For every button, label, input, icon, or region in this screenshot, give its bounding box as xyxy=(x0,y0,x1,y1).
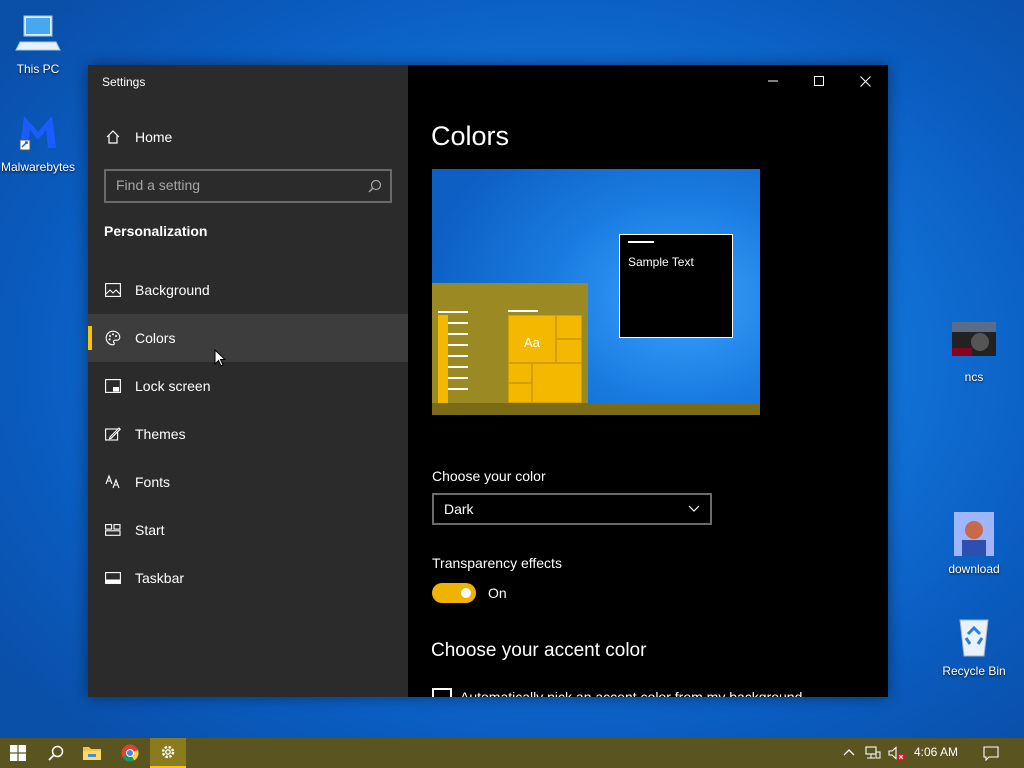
taskbar-icon xyxy=(105,570,121,586)
recycle-bin-icon xyxy=(959,619,989,657)
show-hidden-icons-icon[interactable] xyxy=(843,748,855,756)
minimize-button[interactable] xyxy=(750,65,796,97)
chrome-icon xyxy=(121,744,139,762)
desktop-icon-label: This PC xyxy=(16,62,60,76)
desktop-icon-label: Recycle Bin xyxy=(942,664,1006,678)
palette-icon xyxy=(105,330,121,346)
image-thumbnail-icon xyxy=(954,512,994,556)
auto-accent-label: Automatically pick an accent color from … xyxy=(460,689,803,697)
choose-color-label: Choose your color xyxy=(432,468,546,484)
settings-icon xyxy=(161,745,175,759)
fonts-icon xyxy=(105,474,121,490)
transparency-state: On xyxy=(488,585,507,601)
page-title: Colors xyxy=(431,121,510,151)
settings-content: Colors Aa Sample Text Choose your color … xyxy=(408,65,888,697)
image-thumbnail-icon xyxy=(952,322,996,356)
preview-sample-window: Sample Text xyxy=(619,234,733,338)
search-button[interactable] xyxy=(38,738,74,768)
desktop-icon-ncs[interactable]: ncs xyxy=(936,318,1012,384)
preview-tile-text: Aa xyxy=(524,335,540,350)
nav-home-label: Home xyxy=(135,129,173,145)
maximize-button[interactable] xyxy=(796,65,842,97)
sidebar-item-themes[interactable]: Themes xyxy=(88,410,408,458)
sidebar-item-taskbar[interactable]: Taskbar xyxy=(88,554,408,602)
accent-heading: Choose your accent color xyxy=(431,640,647,661)
themes-icon xyxy=(105,426,121,442)
settings-sidebar: Settings Home Find a setting Personaliza… xyxy=(88,65,408,697)
sidebar-item-start[interactable]: Start xyxy=(88,506,408,554)
desktop-icon-this-pc[interactable]: This PC xyxy=(0,10,76,76)
desktop-icon-recycle-bin[interactable]: Recycle Bin xyxy=(936,612,1012,678)
image-icon xyxy=(105,282,121,298)
color-preview: Aa Sample Text xyxy=(432,169,760,415)
desktop-icon-label: Malwarebytes xyxy=(0,160,76,174)
sidebar-item-label: Colors xyxy=(135,330,176,346)
search-placeholder: Find a setting xyxy=(116,177,201,193)
desktop-icon-label: ncs xyxy=(964,370,984,384)
minimize-icon xyxy=(768,80,778,82)
sidebar-item-label: Background xyxy=(135,282,210,298)
sidebar-item-lock-screen[interactable]: Lock screen xyxy=(88,362,408,410)
settings-window: Settings Home Find a setting Personaliza… xyxy=(88,65,888,697)
sidebar-item-fonts[interactable]: Fonts xyxy=(88,458,408,506)
transparency-toggle[interactable] xyxy=(432,583,476,603)
sidebar-item-label: Themes xyxy=(135,426,186,442)
sidebar-item-label: Fonts xyxy=(135,474,171,490)
desktop-icon-download[interactable]: download xyxy=(936,510,1012,576)
sidebar-item-label: Taskbar xyxy=(135,570,185,586)
windows-logo-icon xyxy=(10,745,26,761)
lock-screen-icon xyxy=(105,378,121,394)
search-icon xyxy=(48,745,64,761)
sidebar-item-colors[interactable]: Colors xyxy=(88,314,408,367)
taskbar-clock[interactable]: 4:06 AM xyxy=(914,745,958,759)
search-icon[interactable] xyxy=(368,179,382,193)
close-icon xyxy=(859,75,871,87)
choose-color-dropdown[interactable]: Dark xyxy=(432,493,712,525)
computer-icon xyxy=(15,15,61,51)
window-title: Settings xyxy=(102,75,146,89)
sidebar-item-background[interactable]: Background xyxy=(88,266,408,314)
preview-tiles: Aa xyxy=(508,315,582,403)
close-button[interactable] xyxy=(842,65,888,97)
preview-sample-text: Sample Text xyxy=(628,255,694,269)
taskbar: 4:06 AM xyxy=(0,738,1024,768)
preview-small-tiles xyxy=(438,315,448,403)
transparency-label: Transparency effects xyxy=(432,555,562,571)
sidebar-item-label: Start xyxy=(135,522,165,538)
preview-tile-header xyxy=(508,310,538,312)
action-center-icon[interactable] xyxy=(983,746,999,761)
chevron-down-icon xyxy=(688,505,700,512)
malwarebytes-icon xyxy=(19,116,56,151)
nav-home[interactable]: Home xyxy=(88,113,408,161)
file-explorer-icon xyxy=(83,747,101,760)
home-icon xyxy=(105,129,121,145)
choose-color-value: Dark xyxy=(444,501,474,517)
desktop-icon-malwarebytes[interactable]: Malwarebytes xyxy=(0,108,76,174)
section-heading-personalization: Personalization xyxy=(104,223,208,239)
network-icon[interactable] xyxy=(865,746,881,760)
preview-taskbar xyxy=(432,403,760,415)
maximize-icon xyxy=(814,76,824,86)
auto-accent-checkbox[interactable] xyxy=(432,688,452,697)
search-input[interactable]: Find a setting xyxy=(104,169,392,203)
settings-taskbar-button[interactable] xyxy=(150,738,186,768)
chrome-button[interactable] xyxy=(112,738,148,768)
volume-muted-icon[interactable] xyxy=(888,746,906,762)
file-explorer-button[interactable] xyxy=(74,738,110,768)
toggle-knob xyxy=(461,588,471,598)
desktop-icon-label: download xyxy=(948,562,1000,576)
sidebar-item-label: Lock screen xyxy=(135,378,211,394)
start-button[interactable] xyxy=(0,738,36,768)
start-icon xyxy=(105,522,121,538)
